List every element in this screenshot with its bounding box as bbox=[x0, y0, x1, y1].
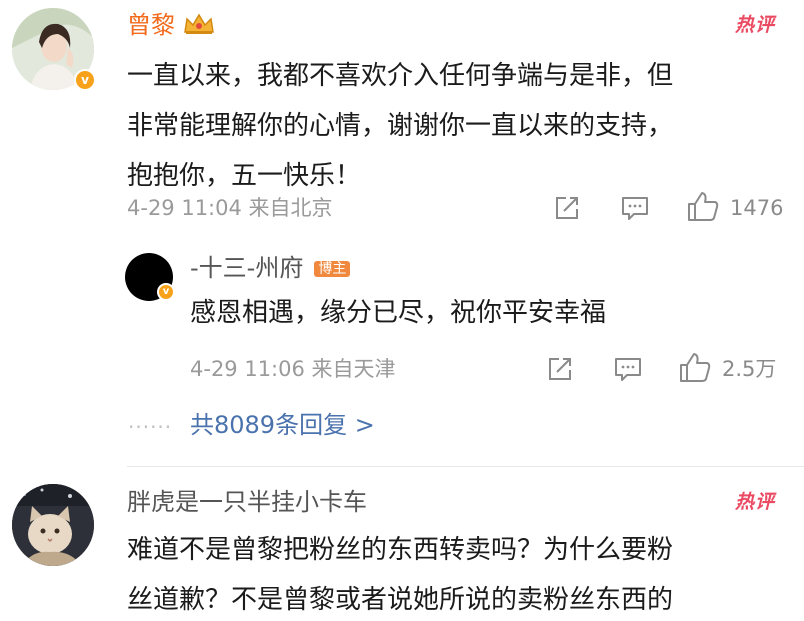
comment-icon[interactable] bbox=[613, 354, 643, 384]
reply-meta: 4-29 11:06 来自天津 bbox=[190, 357, 396, 381]
username-row: 曾黎 bbox=[127, 10, 216, 40]
like-count: 1476 bbox=[730, 196, 784, 220]
comment-icon[interactable] bbox=[620, 193, 650, 223]
comment-text-line: 非常能理解你的心情，谢谢你一直以来的支持， bbox=[127, 111, 674, 141]
comment-meta: 4-29 11:04 来自北京 bbox=[127, 196, 333, 220]
avatar-cat-icon bbox=[12, 484, 94, 566]
comment-username[interactable]: 胖虎是一只半挂小卡车 bbox=[127, 487, 367, 517]
reply-username[interactable]: -十三-州府 bbox=[190, 254, 303, 282]
crown-icon bbox=[184, 13, 214, 34]
avatar[interactable] bbox=[12, 484, 94, 566]
hot-comment-badge: 热评 bbox=[735, 491, 776, 513]
comment-text: 难道不是曾黎把粉丝的东西转卖吗？为什么要粉 丝道歉？不是曾黎或者说她所说的卖粉丝… bbox=[127, 529, 797, 621]
like-icon[interactable] bbox=[678, 351, 712, 385]
more-dots: ······ bbox=[128, 415, 173, 439]
comment-text-line: 难道不是曾黎把粉丝的东西转卖吗？为什么要粉 bbox=[127, 535, 674, 565]
comment-text-line: 一直以来，我都不喜欢介入任何争端与是非，但 bbox=[127, 61, 674, 91]
comment-text: 一直以来，我都不喜欢介入任何争端与是非，但 非常能理解你的心情，谢谢你一直以来的… bbox=[127, 55, 797, 197]
share-icon[interactable] bbox=[545, 354, 575, 384]
comment-username[interactable]: 曾黎 bbox=[127, 11, 175, 39]
divider bbox=[127, 466, 804, 467]
reply-text: 感恩相遇，缘分已尽，祝你平安幸福 bbox=[190, 298, 607, 328]
like-icon[interactable] bbox=[686, 190, 720, 224]
reply-username-row: -十三-州府 博主 bbox=[190, 253, 351, 283]
verified-badge-icon: v bbox=[74, 69, 96, 91]
verified-badge-icon: v bbox=[157, 283, 175, 301]
author-tag: 博主 bbox=[314, 261, 351, 277]
hot-comment-badge: 热评 bbox=[735, 14, 776, 36]
share-icon[interactable] bbox=[552, 193, 582, 223]
view-more-replies-link[interactable]: 共8089条回复 > bbox=[190, 410, 375, 440]
comment-text-line: 丝道歉？不是曾黎或者说她所说的卖粉丝东西的 bbox=[127, 585, 674, 615]
like-count: 2.5万 bbox=[722, 357, 777, 381]
